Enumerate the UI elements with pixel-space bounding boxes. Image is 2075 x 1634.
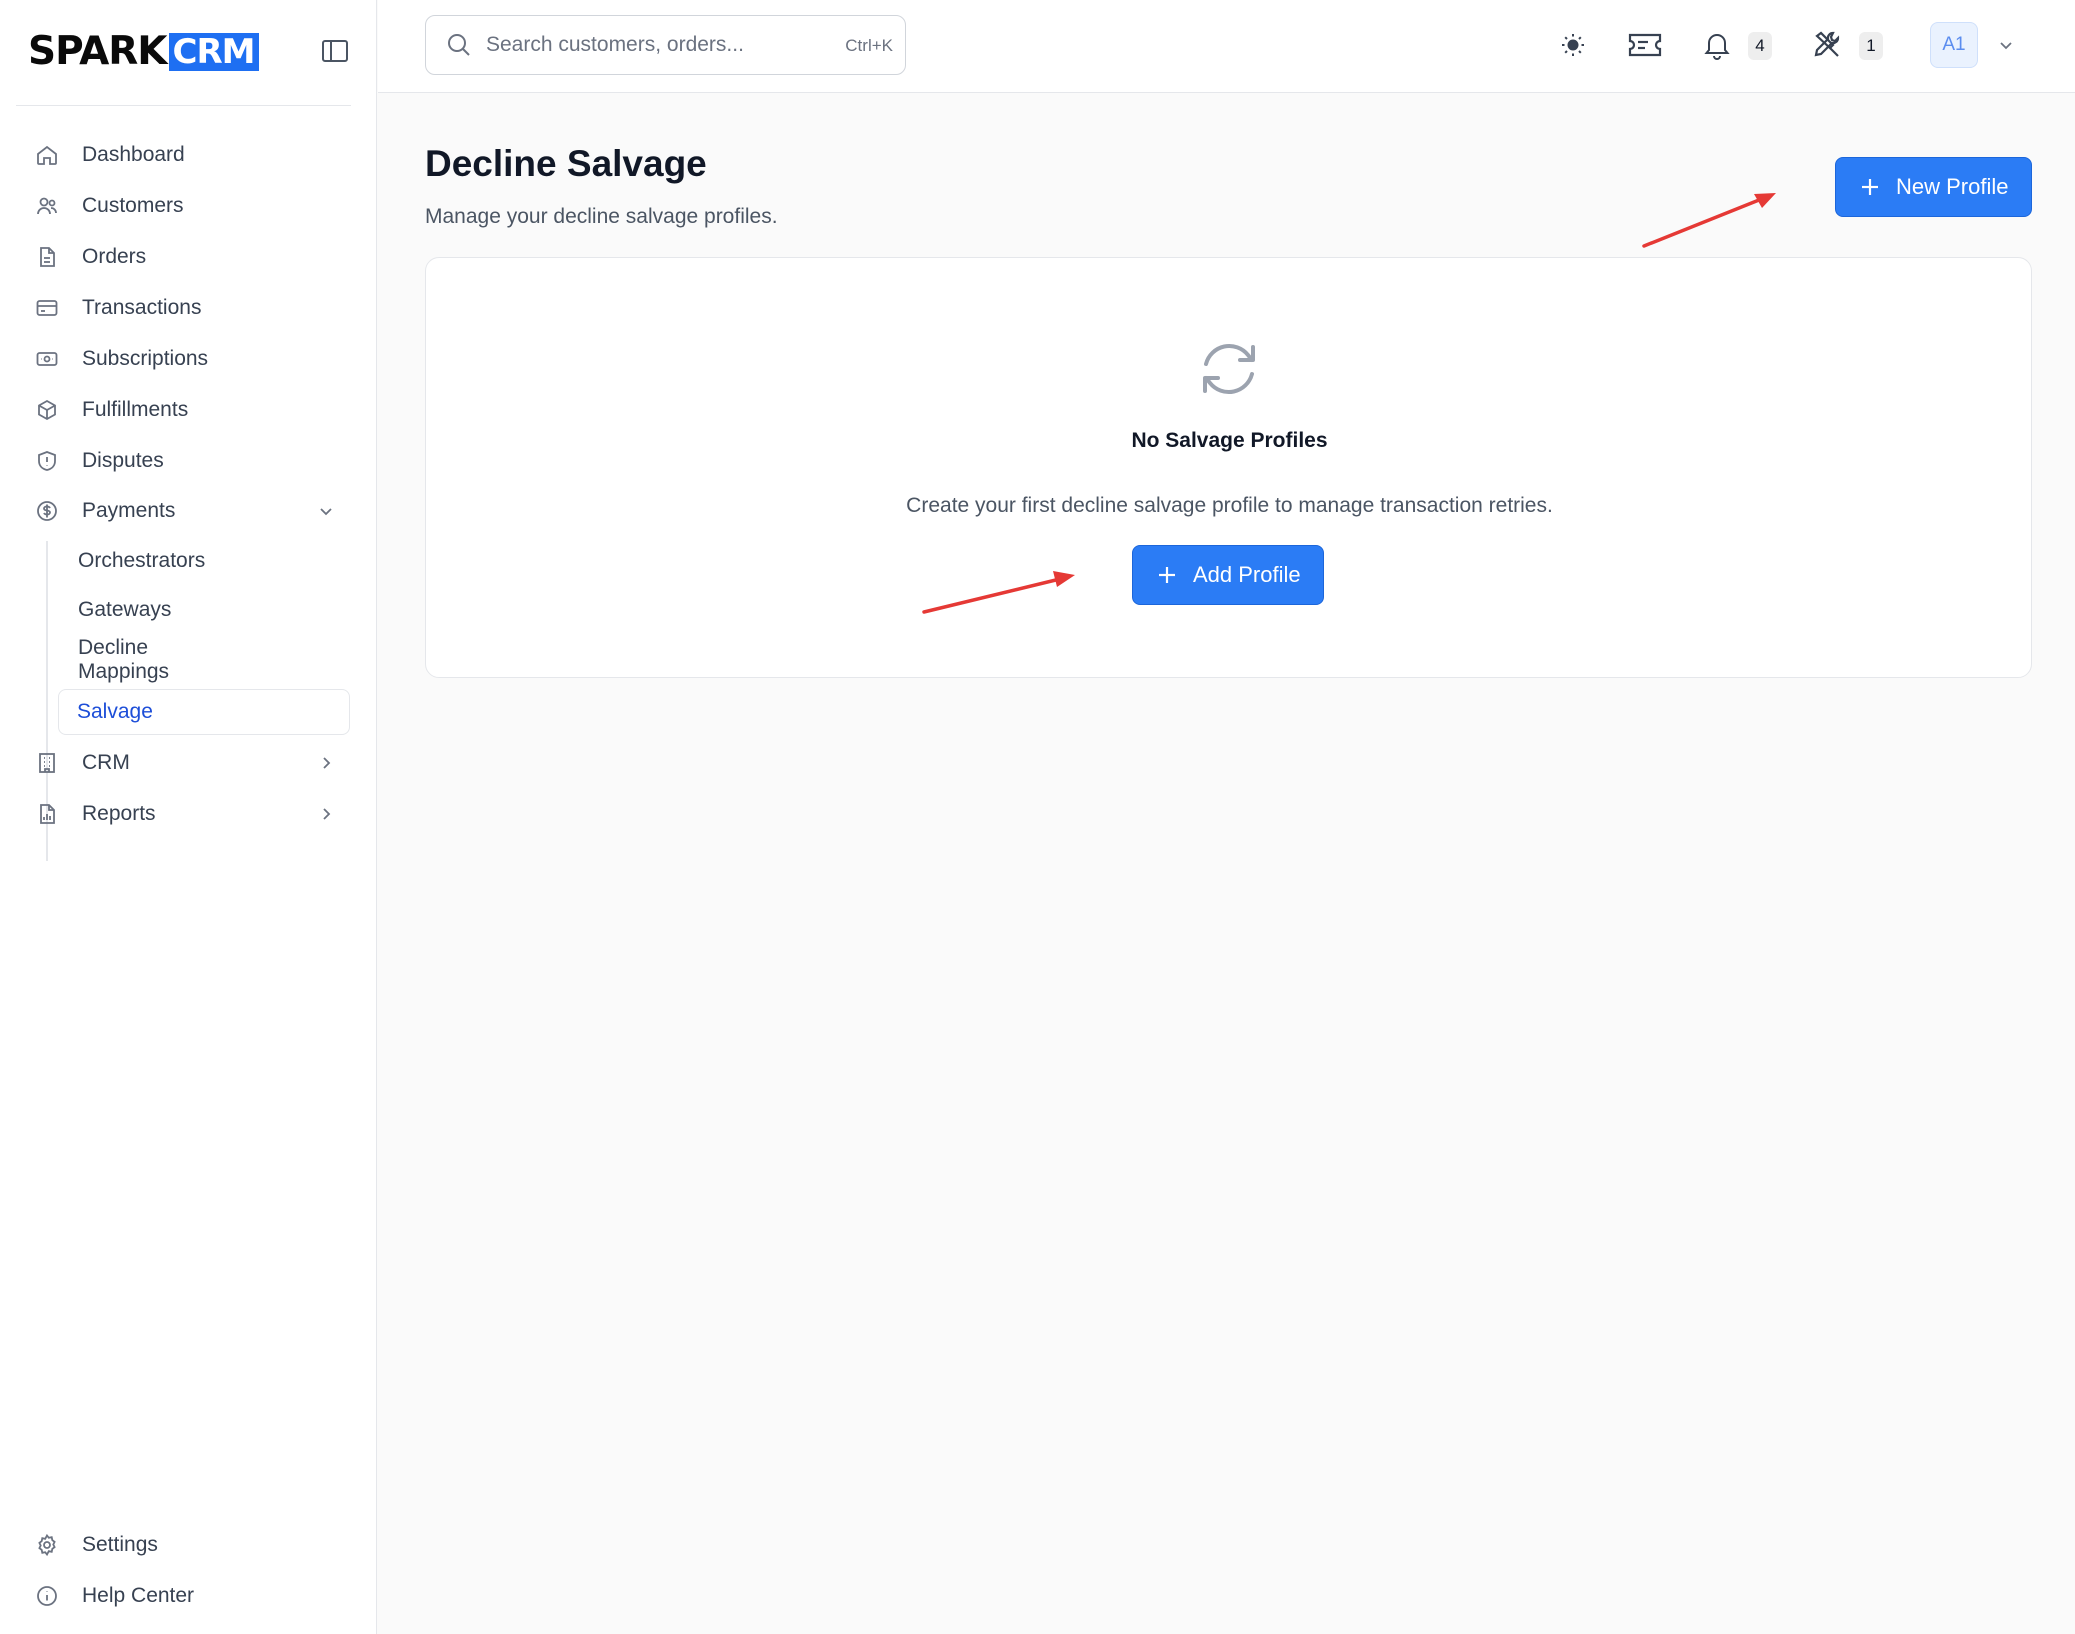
sidebar-item-disputes[interactable]: Disputes: [28, 441, 352, 481]
sidebar-item-label: Orders: [82, 245, 147, 268]
chevron-right-icon: [316, 804, 336, 824]
plus-icon: [1157, 565, 1177, 585]
sidebar-item-dashboard[interactable]: Dashboard: [28, 135, 352, 175]
plus-icon: [1860, 177, 1880, 197]
sidebar-item-label: Help Center: [82, 1584, 195, 1607]
sidebar-item-label: Subscriptions: [82, 347, 209, 370]
sidebar-item-label: Settings: [82, 1533, 158, 1556]
bell-icon[interactable]: [1700, 28, 1734, 62]
search-placeholder: Search customers, orders...: [486, 33, 744, 56]
tools-icon[interactable]: [1811, 28, 1845, 62]
package-icon: [35, 398, 59, 422]
sidebar-item-label: Transactions: [82, 296, 202, 319]
sidebar-subitem-decline-mappings[interactable]: Decline Mappings: [78, 636, 169, 683]
sidebar-item-orders[interactable]: Orders: [28, 237, 352, 277]
report-icon: [35, 802, 59, 826]
building-icon: [35, 751, 59, 775]
page-title: Decline Salvage: [425, 143, 707, 184]
sidebar-item-label: Dashboard: [82, 143, 185, 166]
add-profile-label: Add Profile: [1193, 562, 1301, 587]
new-profile-label: New Profile: [1896, 174, 2009, 199]
logo[interactable]: SPARK CRM: [28, 32, 259, 72]
theme-toggle-icon[interactable]: [1556, 28, 1590, 62]
sidebar-item-subscriptions[interactable]: Subscriptions: [28, 339, 352, 379]
refresh-icon: [1196, 336, 1262, 402]
logo-badge: CRM: [168, 33, 259, 71]
new-profile-button[interactable]: New Profile: [1835, 157, 2032, 217]
sidebar-item-help-center[interactable]: Help Center: [28, 1576, 352, 1616]
sidebar-subitem-orchestrators[interactable]: Orchestrators: [78, 541, 205, 581]
sidebar-toggle-icon[interactable]: [320, 37, 350, 65]
home-icon: [35, 143, 59, 167]
chevron-down-icon: [316, 501, 336, 521]
sidebar: SPARK CRM Dashboard Customers Orders Tra…: [0, 0, 377, 1634]
info-icon: [35, 1584, 59, 1608]
sidebar-item-settings[interactable]: Settings: [28, 1525, 352, 1565]
sidebar-item-fulfillments[interactable]: Fulfillments: [28, 390, 352, 430]
annotation-arrow-add-profile: [922, 571, 1075, 614]
sidebar-item-customers[interactable]: Customers: [28, 186, 352, 226]
shield-icon: [35, 449, 59, 473]
empty-state-title: No Salvage Profiles: [1131, 429, 1328, 452]
tools-badge: 1: [1859, 32, 1883, 60]
sidebar-item-label: Fulfillments: [82, 398, 189, 421]
sidebar-subitem-salvage[interactable]: Salvage: [58, 689, 350, 735]
avatar[interactable]: A1: [1930, 22, 1978, 68]
ticket-icon[interactable]: [1625, 28, 1665, 62]
logo-wordmark: SPARK: [28, 29, 168, 74]
empty-state-description: Create your first decline salvage profil…: [906, 494, 1553, 517]
sidebar-item-label: Reports: [82, 802, 156, 825]
add-profile-button[interactable]: Add Profile: [1132, 545, 1324, 605]
sidebar-item-label: CRM: [82, 751, 130, 774]
sidebar-item-label: Customers: [82, 194, 184, 217]
dollar-circle-icon: [35, 499, 59, 523]
sidebar-item-transactions[interactable]: Transactions: [28, 288, 352, 328]
users-icon: [35, 194, 59, 218]
empty-state-card: No Salvage Profiles Create your first de…: [425, 257, 2032, 678]
sidebar-item-reports[interactable]: Reports: [28, 794, 352, 834]
sidebar-item-crm[interactable]: CRM: [28, 743, 352, 783]
sidebar-item-label: Payments: [82, 499, 176, 522]
sidebar-item-payments[interactable]: Payments: [28, 491, 352, 531]
search-input[interactable]: Search customers, orders... Ctrl+K: [425, 15, 906, 75]
banknote-icon: [35, 347, 59, 371]
sidebar-item-label: Disputes: [82, 449, 164, 472]
annotation-arrow-new-profile: [1642, 193, 1776, 248]
chevron-right-icon: [316, 753, 336, 773]
logo-row: SPARK CRM: [16, 0, 351, 106]
credit-card-icon: [35, 296, 59, 320]
chevron-down-icon[interactable]: [1996, 35, 2016, 55]
notifications-badge: 4: [1748, 32, 1772, 60]
top-bar: Search customers, orders... Ctrl+K 4 1 A…: [378, 0, 2075, 93]
sidebar-subitem-gateways[interactable]: Gateways: [78, 590, 171, 630]
page-subtitle: Manage your decline salvage profiles.: [425, 205, 778, 228]
search-icon: [446, 32, 472, 58]
search-shortcut: Ctrl+K: [845, 36, 893, 55]
gear-icon: [35, 1533, 59, 1557]
file-icon: [35, 245, 59, 269]
